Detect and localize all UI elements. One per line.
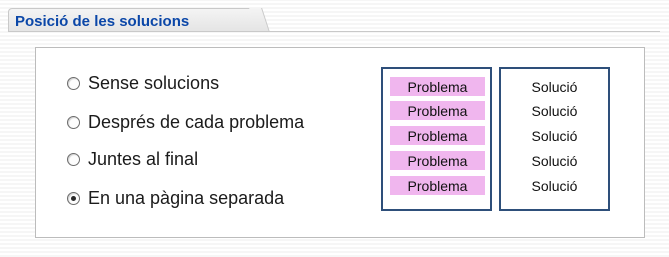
- tab-divider: [8, 31, 660, 32]
- radio-button-selected[interactable]: [67, 191, 80, 205]
- option-label: Juntes al final: [88, 148, 199, 169]
- preview-problem-item: Problema: [390, 77, 485, 96]
- preview-problem-item: Problema: [390, 101, 485, 120]
- preview-problems-page: Problema Problema Problema Problema Prob…: [381, 67, 492, 211]
- radio-button[interactable]: [67, 115, 80, 129]
- section-title: Posició de les solucions: [15, 13, 190, 30]
- option-label: Després de cada problema: [88, 111, 305, 132]
- preview-solution-item: Solució: [531, 178, 578, 194]
- option-together-at-end[interactable]: Juntes al final: [67, 146, 367, 172]
- preview-solutions-page: Solució Solució Solució Solució Solució: [499, 67, 610, 211]
- preview-problem-item: Problema: [390, 176, 485, 195]
- option-after-each-problem[interactable]: Després de cada problema: [67, 109, 367, 135]
- preview-solution-item: Solució: [531, 79, 578, 95]
- section-tab: Posició de les solucions: [8, 8, 260, 32]
- radio-button[interactable]: [67, 152, 80, 166]
- option-label: En una pàgina separada: [88, 187, 285, 208]
- option-label: Sense solucions: [88, 72, 220, 93]
- solutions-position-panel: Posició de les solucions Sense solucions…: [0, 0, 669, 257]
- preview-solution-item: Solució: [531, 153, 578, 169]
- preview-solution-item: Solució: [531, 128, 578, 144]
- radio-button[interactable]: [67, 76, 80, 90]
- option-separate-page[interactable]: En una pàgina separada: [67, 185, 367, 211]
- preview-problem-item: Problema: [390, 151, 485, 170]
- option-no-solutions[interactable]: Sense solucions: [67, 70, 367, 96]
- preview-problem-item: Problema: [390, 126, 485, 145]
- preview-solution-item: Solució: [531, 103, 578, 119]
